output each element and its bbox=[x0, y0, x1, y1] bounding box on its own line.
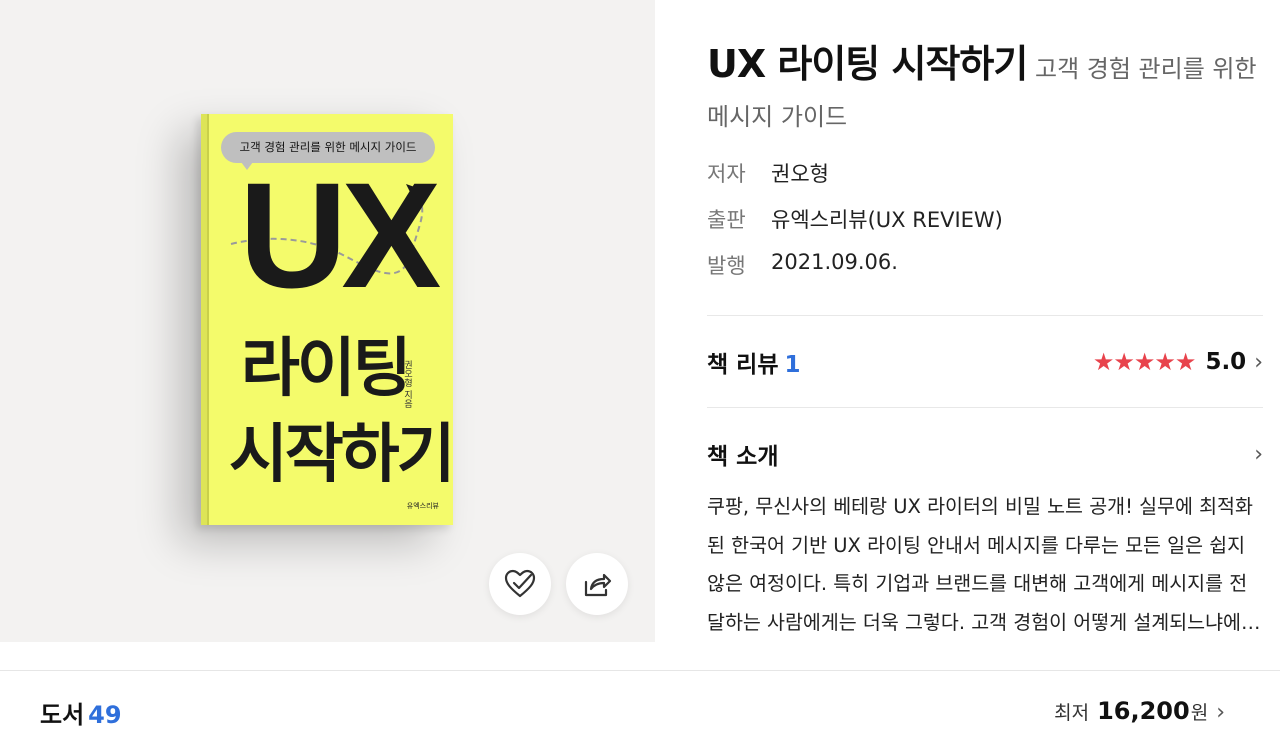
divider bbox=[707, 407, 1263, 408]
book-intro-text: 쿠팡, 무신사의 베테랑 UX 라이터의 비밀 노트 공개! 실무에 최적화된 … bbox=[707, 495, 1253, 634]
meta-label: 발행 bbox=[707, 254, 746, 278]
share-button[interactable] bbox=[566, 553, 628, 615]
like-button[interactable] bbox=[489, 553, 551, 615]
book-cover-title-ux: UX bbox=[239, 151, 441, 319]
book-cover-image[interactable]: 고객 경험 관리를 위한 메시지 가이드 UX 라이팅 시작하기 권오형 지음 … bbox=[201, 114, 453, 525]
category-name: 도서 bbox=[40, 701, 85, 729]
rating-value: 5.0 bbox=[1205, 349, 1247, 375]
publish-date-value: 2021.09.06. bbox=[771, 250, 898, 274]
review-count: 1 bbox=[784, 352, 801, 378]
heart-check-icon bbox=[504, 569, 536, 598]
bottom-bar: 도서 49 최저 16,200 원 › bbox=[0, 671, 1280, 755]
author-value[interactable]: 권오형 bbox=[771, 158, 829, 188]
star-rating-icon: ★★★★★ bbox=[1092, 348, 1197, 376]
book-cover-publisher: 유엑스리뷰 bbox=[406, 502, 439, 510]
book-title-block: UX 라이팅 시작하기 고객 경험 관리를 위한 메시지 가이드 bbox=[707, 40, 1267, 141]
meta-date-row: 발행 2021.09.06. bbox=[707, 250, 898, 280]
rating-summary: ★★★★★ 5.0 › bbox=[1093, 348, 1263, 376]
price-value: 16,200 bbox=[1097, 697, 1190, 725]
divider bbox=[707, 315, 1263, 316]
book-cover-author: 권오형 지음 bbox=[402, 360, 412, 408]
category-count: 49 bbox=[88, 701, 122, 729]
category-label: 도서 49 bbox=[40, 695, 122, 730]
chevron-right-icon: › bbox=[1216, 700, 1225, 725]
price-unit: 원 bbox=[1190, 702, 1209, 724]
meta-publisher-row: 출판 유엑스리뷰(UX REVIEW) bbox=[707, 204, 1003, 234]
price-label: 최저 bbox=[1054, 702, 1090, 724]
share-icon bbox=[584, 573, 612, 597]
intro-heading: 책 소개 bbox=[707, 444, 779, 470]
book-title: UX 라이팅 시작하기 bbox=[707, 42, 1028, 86]
book-cover-title-line2: 시작하기 bbox=[229, 418, 453, 492]
book-intro-row[interactable]: 책 소개 › bbox=[707, 432, 1263, 476]
chevron-right-icon: › bbox=[1254, 349, 1263, 375]
book-spine bbox=[201, 114, 209, 525]
book-review-row[interactable]: 책 리뷰 1 ★★★★★ 5.0 › bbox=[707, 340, 1263, 384]
meta-label: 출판 bbox=[707, 208, 746, 232]
meta-author-row: 저자 권오형 bbox=[707, 158, 829, 188]
lowest-price-link[interactable]: 최저 16,200 원 › bbox=[1054, 697, 1225, 725]
publisher-value[interactable]: 유엑스리뷰(UX REVIEW) bbox=[771, 204, 1003, 234]
review-label: 책 리뷰 bbox=[707, 352, 779, 378]
cover-panel: 고객 경험 관리를 위한 메시지 가이드 UX 라이팅 시작하기 권오형 지음 … bbox=[0, 0, 655, 642]
review-heading: 책 리뷰 1 bbox=[707, 345, 801, 379]
book-cover-title-line1: 라이팅 bbox=[241, 332, 412, 406]
meta-label: 저자 bbox=[707, 162, 746, 186]
chevron-right-icon: › bbox=[1254, 441, 1263, 467]
